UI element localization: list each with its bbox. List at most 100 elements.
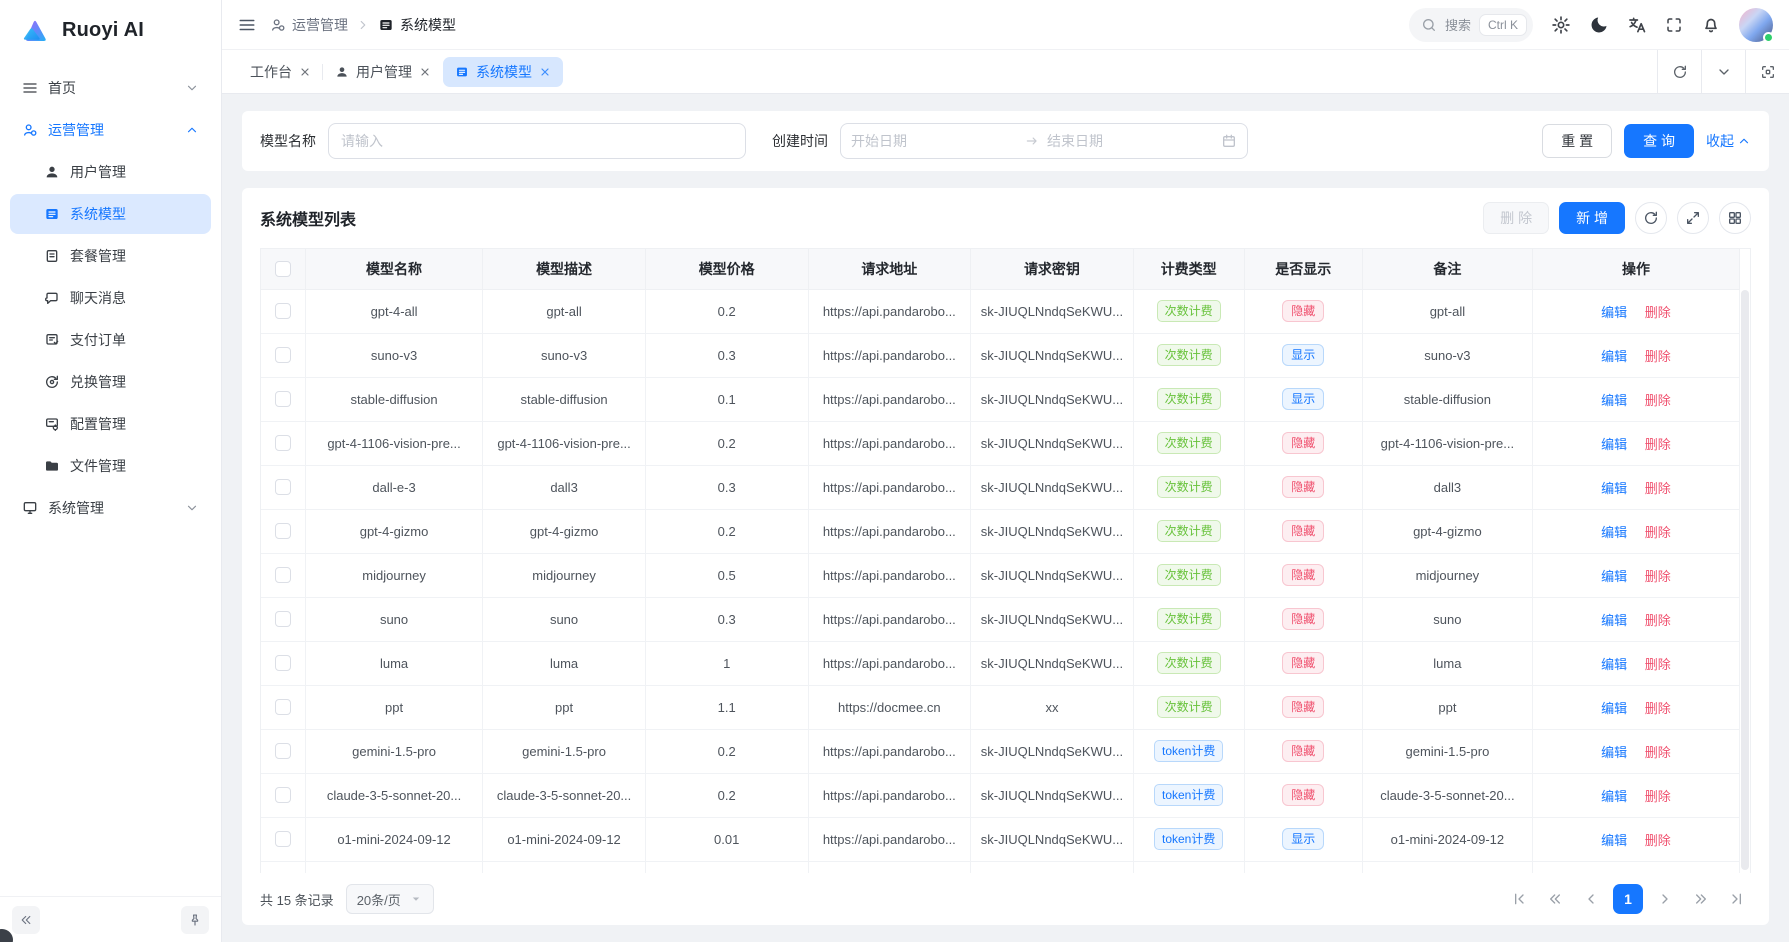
row-checkbox[interactable] xyxy=(275,303,291,319)
end-date-placeholder[interactable]: 结束日期 xyxy=(1047,131,1213,151)
visibility-badge[interactable]: 隐藏 xyxy=(1282,652,1324,674)
row-checkbox[interactable] xyxy=(275,391,291,407)
edit-link[interactable]: 编辑 xyxy=(1601,789,1627,804)
sidebar-subitem[interactable]: 支付订单 xyxy=(10,320,211,360)
bulk-delete-button[interactable]: 删 除 xyxy=(1483,202,1549,234)
visibility-badge[interactable]: 显示 xyxy=(1282,388,1324,410)
delete-link[interactable]: 删除 xyxy=(1645,349,1671,364)
reset-button[interactable]: 重 置 xyxy=(1542,124,1612,158)
table-tool-button[interactable] xyxy=(1635,202,1667,234)
delete-link[interactable]: 删除 xyxy=(1645,657,1671,672)
visibility-badge[interactable]: 隐藏 xyxy=(1282,564,1324,586)
visibility-badge[interactable]: 隐藏 xyxy=(1282,432,1324,454)
row-checkbox[interactable] xyxy=(275,479,291,495)
delete-link[interactable]: 删除 xyxy=(1645,481,1671,496)
tab-bar-control[interactable] xyxy=(1657,50,1701,93)
row-checkbox[interactable] xyxy=(275,435,291,451)
edit-link[interactable]: 编辑 xyxy=(1601,305,1627,320)
edit-link[interactable]: 编辑 xyxy=(1601,613,1627,628)
breadcrumb-system-model[interactable]: 系统模型 xyxy=(378,15,456,35)
pagination-button[interactable] xyxy=(1723,885,1751,913)
collapse-sidebar-button[interactable] xyxy=(12,906,40,934)
row-checkbox[interactable] xyxy=(275,699,291,715)
sidebar-subitem[interactable]: 聊天消息 xyxy=(10,278,211,318)
sidebar-subitem[interactable]: 兑换管理 xyxy=(10,362,211,402)
add-button[interactable]: 新 增 xyxy=(1559,202,1625,234)
sidebar-subitem[interactable]: 文件管理 xyxy=(10,446,211,486)
visibility-badge[interactable]: 隐藏 xyxy=(1282,784,1324,806)
current-page-button[interactable]: 1 xyxy=(1613,884,1643,914)
table-tool-button[interactable] xyxy=(1677,202,1709,234)
hamburger-menu-icon[interactable] xyxy=(238,16,256,34)
tab-bar-control[interactable] xyxy=(1701,50,1745,93)
edit-link[interactable]: 编辑 xyxy=(1601,525,1627,540)
page-tab[interactable]: 工作台 xyxy=(238,57,323,87)
edit-link[interactable]: 编辑 xyxy=(1601,393,1627,408)
tab-bar-control[interactable] xyxy=(1745,50,1789,93)
visibility-badge[interactable]: 显示 xyxy=(1282,344,1324,366)
table-scrollbar[interactable] xyxy=(1741,290,1749,870)
visibility-badge[interactable]: 显示 xyxy=(1282,828,1324,850)
edit-link[interactable]: 编辑 xyxy=(1601,481,1627,496)
start-date-placeholder[interactable]: 开始日期 xyxy=(851,131,1017,151)
row-checkbox[interactable] xyxy=(275,655,291,671)
visibility-badge[interactable]: 隐藏 xyxy=(1282,520,1324,542)
sidebar-item-home[interactable]: 首页 xyxy=(10,68,211,108)
delete-link[interactable]: 删除 xyxy=(1645,701,1671,716)
pagination-button[interactable] xyxy=(1651,885,1679,913)
table-tool-button[interactable] xyxy=(1719,202,1751,234)
delete-link[interactable]: 删除 xyxy=(1645,305,1671,320)
edit-link[interactable]: 编辑 xyxy=(1601,437,1627,452)
pagination-button[interactable] xyxy=(1687,885,1715,913)
sidebar-subitem[interactable]: 用户管理 xyxy=(10,152,211,192)
delete-link[interactable]: 删除 xyxy=(1645,393,1671,408)
notifications-icon[interactable] xyxy=(1701,15,1721,35)
page-tab[interactable]: 用户管理 xyxy=(323,57,443,87)
row-checkbox[interactable] xyxy=(275,347,291,363)
edit-link[interactable]: 编辑 xyxy=(1601,701,1627,716)
close-tab-icon[interactable] xyxy=(539,66,551,78)
sidebar-item-system[interactable]: 系统管理 xyxy=(10,488,211,528)
settings-icon[interactable] xyxy=(1551,15,1571,35)
close-tab-icon[interactable] xyxy=(419,66,431,78)
delete-link[interactable]: 删除 xyxy=(1645,569,1671,584)
pin-sidebar-button[interactable] xyxy=(181,906,209,934)
edit-link[interactable]: 编辑 xyxy=(1601,349,1627,364)
sidebar-item-operations[interactable]: 运营管理 xyxy=(10,110,211,150)
delete-link[interactable]: 删除 xyxy=(1645,745,1671,760)
row-checkbox[interactable] xyxy=(275,567,291,583)
row-checkbox[interactable] xyxy=(275,787,291,803)
delete-link[interactable]: 删除 xyxy=(1645,525,1671,540)
delete-link[interactable]: 删除 xyxy=(1645,789,1671,804)
create-time-range-picker[interactable]: 开始日期 结束日期 xyxy=(840,123,1248,159)
dark-mode-icon[interactable] xyxy=(1589,15,1609,35)
pagination-button[interactable] xyxy=(1541,885,1569,913)
delete-link[interactable]: 删除 xyxy=(1645,437,1671,452)
collapse-filter-link[interactable]: 收起 xyxy=(1706,131,1751,151)
row-checkbox[interactable] xyxy=(275,611,291,627)
close-tab-icon[interactable] xyxy=(299,66,311,78)
visibility-badge[interactable]: 隐藏 xyxy=(1282,476,1324,498)
visibility-badge[interactable]: 隐藏 xyxy=(1282,740,1324,762)
page-tab[interactable]: 系统模型 xyxy=(443,57,563,87)
model-name-input[interactable] xyxy=(328,123,746,159)
edit-link[interactable]: 编辑 xyxy=(1601,657,1627,672)
brand-header[interactable]: Ruoyi AI xyxy=(0,0,221,56)
row-checkbox[interactable] xyxy=(275,831,291,847)
search-button[interactable]: 查 询 xyxy=(1624,124,1694,158)
row-checkbox[interactable] xyxy=(275,523,291,539)
translate-icon[interactable] xyxy=(1627,15,1647,35)
breadcrumb-operations[interactable]: 运营管理 xyxy=(270,15,348,35)
pagination-button[interactable] xyxy=(1505,885,1533,913)
visibility-badge[interactable]: 隐藏 xyxy=(1282,608,1324,630)
pagination-button[interactable] xyxy=(1577,885,1605,913)
visibility-badge[interactable]: 隐藏 xyxy=(1282,300,1324,322)
visibility-badge[interactable]: 隐藏 xyxy=(1282,696,1324,718)
user-avatar[interactable] xyxy=(1739,8,1773,42)
delete-link[interactable]: 删除 xyxy=(1645,613,1671,628)
global-search[interactable]: 搜索 Ctrl K xyxy=(1409,8,1533,42)
select-all-checkbox[interactable] xyxy=(275,261,291,277)
edit-link[interactable]: 编辑 xyxy=(1601,833,1627,848)
fullscreen-icon[interactable] xyxy=(1665,16,1683,34)
sidebar-subitem[interactable]: 系统模型 xyxy=(10,194,211,234)
